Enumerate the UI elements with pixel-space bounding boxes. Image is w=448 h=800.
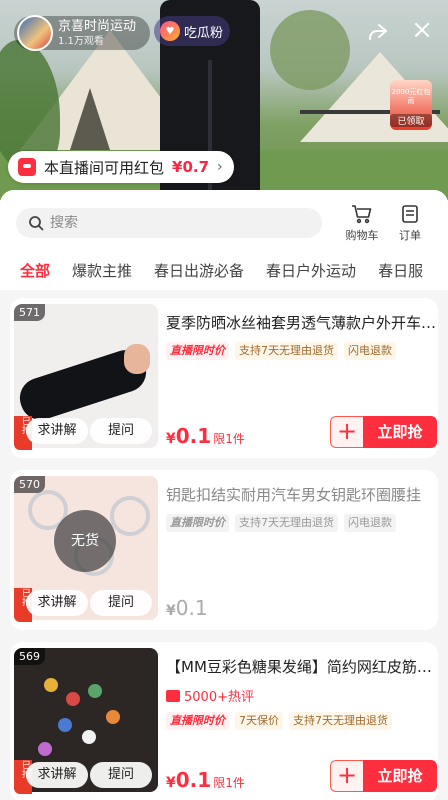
- product-card[interactable]: 569 已抢 求讲解 提问 【MM豆彩色糖果发绳】简约网红皮筋头绳 5000+热…: [10, 642, 438, 800]
- ask-question-button[interactable]: 提问: [90, 590, 152, 616]
- tab-spring-outdoor[interactable]: 春日户外运动: [266, 260, 356, 286]
- red-packet-status: 已领取: [390, 114, 432, 127]
- coupon-banner[interactable]: 本直播间可用红包 ¥0.7 ›: [8, 151, 234, 183]
- product-title[interactable]: 钥匙扣结实耐用汽车男女钥匙环圈腰挂: [166, 484, 438, 505]
- sold-out-overlay: 无货: [54, 510, 116, 572]
- tag-return: 支持7天无理由退货: [235, 514, 338, 532]
- tag-fast-refund: 闪电退款: [344, 342, 396, 360]
- orders-icon: [402, 205, 418, 223]
- product-sheet: 购物车 订单 全部 爆款主推 春日出游必备 春日户外运动 春日服 571 已抢 …: [0, 190, 448, 800]
- search-box[interactable]: [16, 208, 322, 238]
- product-price: ¥0.1 限1件: [166, 768, 245, 792]
- thumbs-up-icon: [166, 689, 180, 702]
- product-tags: 直播限时价 支持7天无理由退货 闪电退款: [166, 514, 446, 532]
- hot-review-badge: 5000+热评: [166, 686, 254, 705]
- tag-live-price: 直播限时价: [166, 712, 229, 730]
- tag-return: 支持7天无理由退货: [235, 342, 338, 360]
- search-input[interactable]: [50, 215, 300, 231]
- buy-now-button[interactable]: 立即抢: [363, 416, 437, 448]
- tab-spring-outing[interactable]: 春日出游必备: [154, 260, 244, 286]
- product-tags: 直播限时价 7天保价 支持7天无理由退货: [166, 712, 446, 730]
- coupon-text: 本直播间可用红包: [44, 158, 165, 177]
- chevron-right-icon: ›: [217, 159, 223, 175]
- rank-badge: 570: [14, 476, 45, 493]
- tab-all[interactable]: 全部: [20, 260, 50, 286]
- share-icon[interactable]: [366, 20, 390, 44]
- rank-badge: 571: [14, 304, 45, 321]
- product-title[interactable]: 夏季防晒冰丝袖套男透气薄款户外开车骑行: [166, 312, 438, 333]
- category-tabs: 全部 爆款主推 春日出游必备 春日户外运动 春日服: [0, 260, 448, 286]
- tag-live-price: 直播限时价: [166, 342, 229, 360]
- request-explain-button[interactable]: 求讲解: [26, 590, 88, 616]
- price-value: 0.1: [175, 596, 208, 620]
- product-list: 571 已抢 求讲解 提问 夏季防晒冰丝袖套男透气薄款户外开车骑行 直播限时价 …: [0, 298, 448, 800]
- request-explain-button[interactable]: 求讲解: [26, 418, 88, 444]
- price-limit: 限1件: [213, 432, 245, 446]
- tab-hot-items[interactable]: 爆款主推: [72, 260, 132, 286]
- tab-spring-clothing[interactable]: 春日服: [378, 260, 423, 286]
- price-limit: 限1件: [213, 776, 245, 790]
- orders-button[interactable]: 订单: [388, 204, 432, 243]
- ask-question-button[interactable]: 提问: [90, 762, 152, 788]
- rank-badge: 569: [14, 648, 45, 665]
- red-packet-rain-card[interactable]: 2000元红包雨 已领取: [390, 80, 432, 130]
- fan-badge-icon: ♥: [160, 21, 180, 41]
- cart-icon: [352, 205, 372, 224]
- cart-button[interactable]: 购物车: [340, 204, 384, 243]
- product-tags: 直播限时价 支持7天无理由退货 闪电退款: [166, 342, 446, 360]
- tag-return: 支持7天无理由退货: [289, 712, 392, 730]
- sheet-header: 购物车 订单 全部 爆款主推 春日出游必备 春日户外运动 春日服: [0, 190, 448, 290]
- product-card[interactable]: 571 已抢 求讲解 提问 夏季防晒冰丝袖套男透气薄款户外开车骑行 直播限时价 …: [10, 298, 438, 458]
- price-value: 0.1: [175, 768, 212, 792]
- fan-club-label: 吃瓜粉: [184, 25, 224, 41]
- coupon-amount: ¥0.7: [172, 158, 210, 176]
- price-value: 0.1: [175, 424, 212, 448]
- buy-now-button[interactable]: 立即抢: [363, 760, 437, 792]
- tag-fast-refund: 闪电退款: [344, 514, 396, 532]
- add-to-cart-button[interactable]: +: [330, 416, 364, 448]
- tag-price-protect: 7天保价: [235, 712, 283, 730]
- red-packet-icon: [18, 158, 36, 176]
- add-to-cart-button[interactable]: +: [330, 760, 364, 792]
- product-price: ¥0.1: [166, 596, 208, 620]
- anchor-avatar[interactable]: [17, 15, 53, 51]
- tag-live-price: 直播限时价: [166, 514, 229, 532]
- anchor-info[interactable]: 京喜时尚运动 1.1万观看: [14, 15, 150, 51]
- fan-club-button[interactable]: ♥ 吃瓜粉: [154, 16, 230, 46]
- anchor-views: 1.1万观看: [58, 35, 104, 47]
- hot-review-text: 5000+热评: [184, 690, 254, 705]
- cart-label: 购物车: [345, 229, 379, 242]
- anchor-name: 京喜时尚运动: [58, 18, 137, 34]
- search-icon: [29, 216, 44, 231]
- orders-label: 订单: [399, 229, 421, 242]
- product-price: ¥0.1 限1件: [166, 424, 245, 448]
- ask-question-button[interactable]: 提问: [90, 418, 152, 444]
- red-packet-amount: 2000元红包雨: [391, 88, 431, 105]
- product-title[interactable]: 【MM豆彩色糖果发绳】简约网红皮筋头绳: [166, 656, 438, 677]
- request-explain-button[interactable]: 求讲解: [26, 762, 88, 788]
- close-icon[interactable]: ×: [410, 17, 434, 43]
- product-card[interactable]: 570 已抢 无货 求讲解 提问 钥匙扣结实耐用汽车男女钥匙环圈腰挂 直播限时价…: [10, 470, 438, 630]
